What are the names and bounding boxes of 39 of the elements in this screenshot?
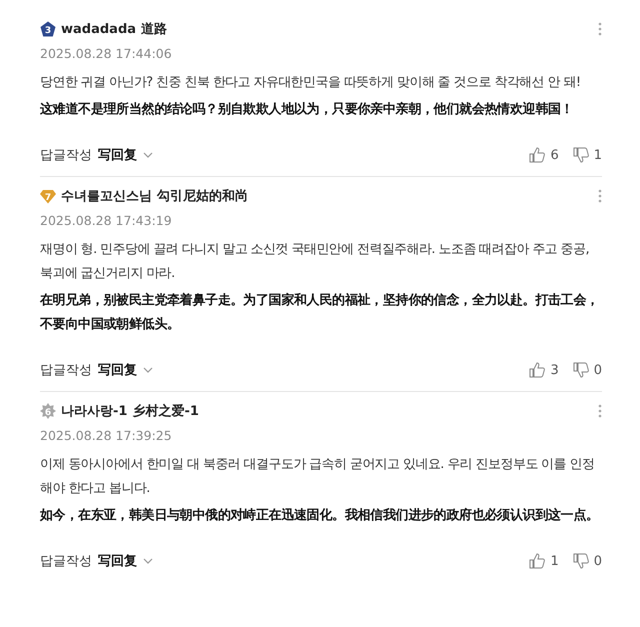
more-options-icon[interactable] [598,404,602,418]
caret-icon [143,152,153,158]
reply-button[interactable]: 답글작성 写回复 [40,146,153,164]
caret-icon [143,367,153,373]
thumbs-down-icon [572,553,589,569]
comment-text: 이제 동아시아에서 한미일 대 북중러 대결구도가 급속히 굳어지고 있네요. 우리 진보정부도 이를 인정해야 한다고 봅니다. [40,456,596,498]
thumbs-up-icon [529,553,546,569]
author-name-translation: 勾引尼姑的和尚 [157,188,248,205]
dislike-button[interactable]: 0 [572,362,602,378]
caret-icon [143,558,153,564]
author-name: wadadada [61,22,136,36]
comment-translation: 这难道不是理所当然的结论吗？别自欺欺人地以为，只要你亲中亲朝，他们就会热情欢迎韩国！ [40,100,574,119]
comment-text: 재명이 형. 민주당에 끌려 다니지 말고 소신껏 국태민안에 전력질주해라. 노조좀 때려잡아 주고 중공, 북괴에 굽신거리지 마라. [40,241,590,283]
dislike-button[interactable]: 1 [572,147,602,163]
like-button[interactable]: 6 [529,147,559,163]
like-button[interactable]: 3 [529,362,559,378]
author-name: 나라사랑-1 [61,403,128,420]
reply-button[interactable]: 답글작성 写回复 [40,552,153,570]
thumbs-up-icon [529,147,546,163]
comment-date: 2025.08.28 17:39:25 [40,428,173,443]
author-name-translation: 乡村之爱-1 [132,402,199,420]
more-options-icon[interactable] [598,189,602,203]
comment-translation: 在明兄弟，别被民主党牵着鼻子走。为了国家和人民的福祉，坚持你的信念，全力以赴。打击工会，不要向中国或朝鲜低头。 [40,292,600,334]
comment-text: 당연한 귀결 아닌가? 친중 친북 한다고 자유대한민국을 따뜻하게 맞이해 줄 것으로 착각해선 안 돼! [40,74,582,92]
author-name-translation: 道路 [141,21,168,38]
dislike-button[interactable]: 0 [572,553,602,569]
thumbs-down-icon [572,362,589,378]
reply-button[interactable]: 답글작성 写回复 [40,361,153,379]
comment-date: 2025.08.28 17:43:19 [40,213,173,228]
level-badge-icon: 3 [40,21,56,37]
author-name: 수녀를꼬신스님 [61,188,152,205]
level-badge-icon: 7 [40,188,56,204]
level-badge-icon: 6 [40,403,56,419]
comment-translation: 如今，在东亚，韩美日与朝中俄的对峙正在迅速固化。我相信我们进步的政府也必须认识到这一点。 [40,506,600,525]
like-button[interactable]: 1 [529,553,559,569]
thumbs-down-icon [572,147,589,163]
thumbs-up-icon [529,362,546,378]
comment-date: 2025.08.28 17:44:06 [40,46,173,61]
more-options-icon[interactable] [598,22,602,36]
